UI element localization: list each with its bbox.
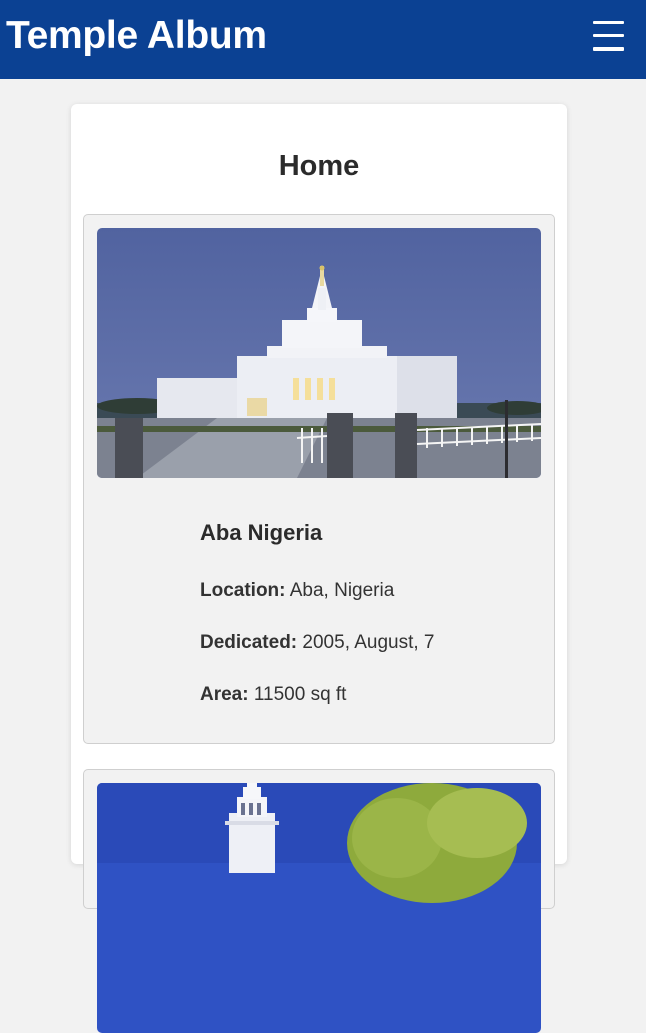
dedicated-label: Dedicated:: [200, 632, 298, 653]
site-header: Temple Album: [0, 0, 646, 79]
temple-image: [97, 228, 541, 478]
area-value: 11500 sq ft: [253, 684, 347, 705]
temple-location: Location: Aba, Nigeria: [200, 580, 434, 602]
temple-image: [97, 783, 541, 1033]
dedicated-value: 2005, August, 7: [302, 632, 435, 653]
site-title: Temple Album: [6, 14, 267, 57]
page-title: Home: [278, 150, 360, 182]
temple-area: Area: 11500 sq ft: [200, 684, 434, 706]
main-panel: Home Aba Nigeria Location: Aba, Nigeria …: [71, 104, 567, 1033]
location-label: Location:: [200, 580, 286, 601]
temple-dedicated: Dedicated: 2005, August, 7: [200, 632, 434, 654]
hamburger-icon[interactable]: [593, 20, 624, 51]
temple-info: Aba Nigeria Location: Aba, Nigeria Dedic…: [200, 520, 434, 706]
area-label: Area:: [200, 684, 249, 705]
temple-card: Aba Nigeria Location: Aba, Nigeria Dedic…: [83, 214, 555, 744]
temple-name: Aba Nigeria: [200, 520, 323, 545]
temple-card: [83, 769, 555, 1033]
location-value: Aba, Nigeria: [289, 580, 395, 601]
